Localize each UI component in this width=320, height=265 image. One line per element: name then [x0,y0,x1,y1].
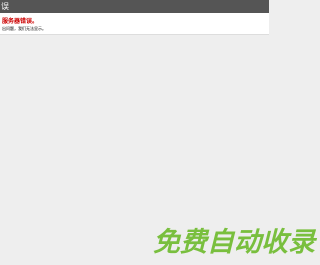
error-detail: 出问题，我们无法显示。 [2,26,46,31]
error-panel: 服务器错误。 出问题，我们无法显示。 [0,13,269,35]
window-title: 误 [1,2,9,11]
error-title: 服务器错误。 [2,18,39,25]
window-titlebar: 误 [0,0,269,13]
watermark-logo: 免费自动收录 [153,227,315,258]
